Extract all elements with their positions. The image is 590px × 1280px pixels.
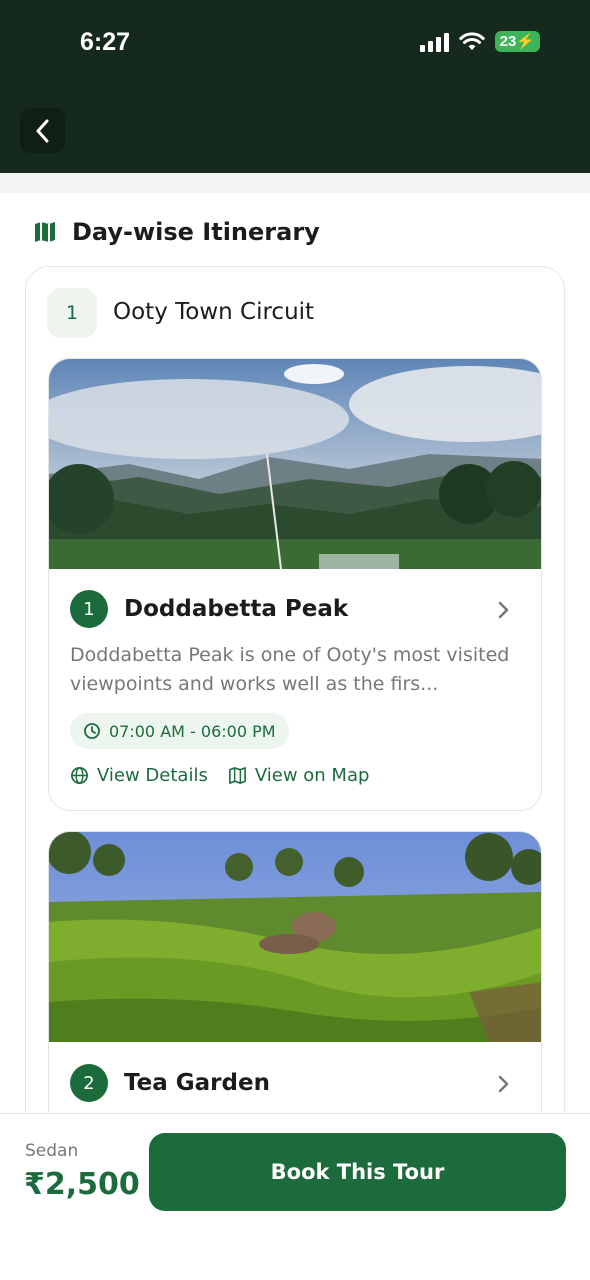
booking-footer: Sedan ₹2,500 Book This Tour [0, 1113, 590, 1280]
wifi-icon [458, 31, 485, 50]
day-title: Ooty Town Circuit [113, 299, 315, 325]
place-header: 1 Doddabetta Peak [70, 590, 348, 628]
place-name: Doddabetta Peak [124, 596, 349, 622]
place-photo-tea-garden [49, 832, 541, 1042]
back-button[interactable] [20, 108, 65, 153]
section-title: Day-wise Itinerary [72, 218, 320, 246]
place-photo-doddabetta [49, 359, 541, 569]
place-name: Tea Garden [124, 1070, 270, 1096]
battery-indicator: 23⚡ [494, 31, 540, 52]
place-description: Doddabetta Peak is one of Ooty's most vi… [70, 644, 510, 695]
view-details-label: View Details [97, 765, 208, 786]
app-header: 6:27 23⚡ [0, 0, 590, 173]
view-details-link[interactable]: View Details [70, 765, 208, 786]
view-on-map-label: View on Map [254, 765, 370, 786]
opening-hours: 07:00 AM - 06:00 PM [109, 721, 276, 741]
day-number-badge: 1 [47, 288, 97, 338]
map-icon [35, 222, 55, 242]
battery-level: 23 [499, 33, 517, 50]
globe-icon [71, 767, 88, 784]
itinerary-heading: Day-wise Itinerary [33, 218, 320, 246]
signal-icon [419, 32, 449, 52]
opening-hours-pill: 07:00 AM - 06:00 PM [70, 713, 289, 749]
map-outline-icon [228, 767, 246, 784]
charging-icon: ⚡ [516, 33, 535, 50]
place-card-doddabetta[interactable]: 1 Doddabetta Peak Doddabetta Peak is one… [48, 358, 542, 811]
place-header: 2 Tea Garden [70, 1064, 270, 1102]
chevron-right-icon[interactable] [497, 1074, 511, 1094]
place-links: View Details View on Map [70, 765, 369, 786]
place-card-tea-garden[interactable]: 2 Tea Garden [48, 831, 542, 1131]
tour-price: ₹2,500 [24, 1167, 140, 1202]
status-time: 6:27 [80, 28, 131, 56]
book-tour-button[interactable]: Book This Tour [149, 1133, 566, 1211]
vehicle-type: Sedan [25, 1141, 79, 1161]
view-on-map-link[interactable]: View on Map [228, 765, 370, 786]
place-index-badge: 1 [70, 590, 108, 628]
place-index-badge: 2 [70, 1064, 108, 1102]
header-divider [0, 173, 590, 193]
chevron-right-icon[interactable] [497, 600, 511, 620]
chevron-left-icon [36, 119, 48, 142]
clock-icon [84, 723, 100, 739]
status-icons: 23⚡ [419, 31, 540, 52]
